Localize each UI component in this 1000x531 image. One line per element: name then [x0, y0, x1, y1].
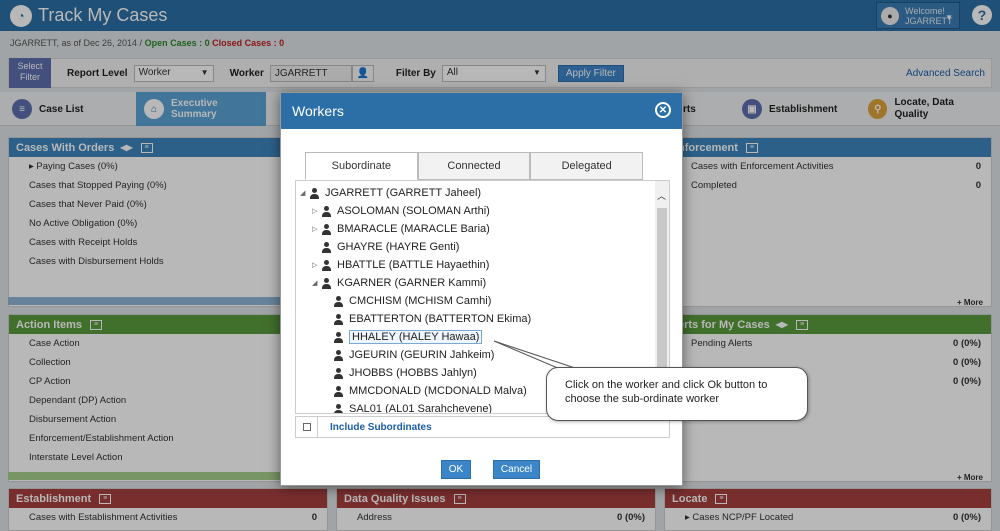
tree-node[interactable]: GHAYRE (HAYRE Genti) — [312, 241, 459, 253]
tree-node[interactable]: MMCDONALD (MCDONALD Malva) — [333, 385, 527, 397]
tree-node[interactable]: ▷ ASOLOMAN (SOLOMAN Arthi) — [312, 205, 490, 217]
collapse-icon[interactable]: ◢ — [312, 279, 321, 287]
instruction-callout: Click on the worker and click Ok button … — [546, 367, 808, 421]
user-icon — [333, 367, 344, 379]
user-icon — [309, 187, 320, 199]
tab-delegated[interactable]: Delegated — [530, 152, 644, 180]
scroll-up-icon[interactable]: ︿ — [657, 189, 666, 202]
include-subordinates-checkbox[interactable] — [296, 417, 318, 437]
tree-node[interactable]: CMCHISM (MCHISM Camhi) — [333, 295, 491, 307]
expand-icon[interactable]: ▷ — [312, 225, 321, 233]
tree-node[interactable]: ◢ JGARRETT (GARRETT Jaheel) — [300, 187, 481, 199]
tab-connected[interactable]: Connected — [417, 152, 531, 180]
cancel-button[interactable]: Cancel — [493, 460, 540, 479]
tree-node[interactable]: EBATTERTON (BATTERTON Ekima) — [333, 313, 531, 325]
collapse-icon[interactable]: ◢ — [300, 189, 309, 197]
user-icon — [333, 349, 344, 361]
user-icon — [333, 331, 344, 343]
user-icon — [321, 223, 332, 235]
tree-node[interactable]: ▷ BMARACLE (MARACLE Baria) — [312, 223, 490, 235]
workers-dialog: Workers ✕ Subordinate Connected Delegate… — [280, 92, 683, 486]
tree-node[interactable]: ▷ HBATTLE (BATTLE Hayaethin) — [312, 259, 489, 271]
user-icon — [321, 259, 332, 271]
user-icon — [321, 277, 332, 289]
dialog-header: Workers ✕ — [281, 93, 682, 129]
scrollbar-thumb[interactable] — [657, 208, 667, 368]
tree-node[interactable]: SAL01 (AL01 Sarahchevene) — [333, 403, 492, 413]
tree-node-selected[interactable]: HHALEY (HALEY Hawaa) — [333, 330, 483, 344]
close-icon[interactable]: ✕ — [655, 102, 671, 118]
tree-node[interactable]: JHOBBS (HOBBS Jahlyn) — [333, 367, 477, 379]
worker-tabs: Subordinate Connected Delegated — [305, 152, 644, 180]
user-icon — [333, 313, 344, 325]
user-icon — [333, 385, 344, 397]
user-icon — [333, 403, 344, 413]
include-subordinates-label[interactable]: Include Subordinates — [330, 422, 432, 433]
user-icon — [321, 205, 332, 217]
expand-icon[interactable]: ▷ — [312, 261, 321, 269]
tree-node[interactable]: JGEURIN (GEURIN Jahkeim) — [333, 349, 494, 361]
expand-icon[interactable]: ▷ — [312, 207, 321, 215]
dialog-title: Workers — [292, 103, 344, 119]
tab-subordinate[interactable]: Subordinate — [305, 152, 418, 180]
tree-node[interactable]: ◢ KGARNER (GARNER Kammi) — [312, 277, 486, 289]
user-icon — [321, 241, 332, 253]
ok-button[interactable]: OK — [441, 460, 471, 479]
user-icon — [333, 295, 344, 307]
